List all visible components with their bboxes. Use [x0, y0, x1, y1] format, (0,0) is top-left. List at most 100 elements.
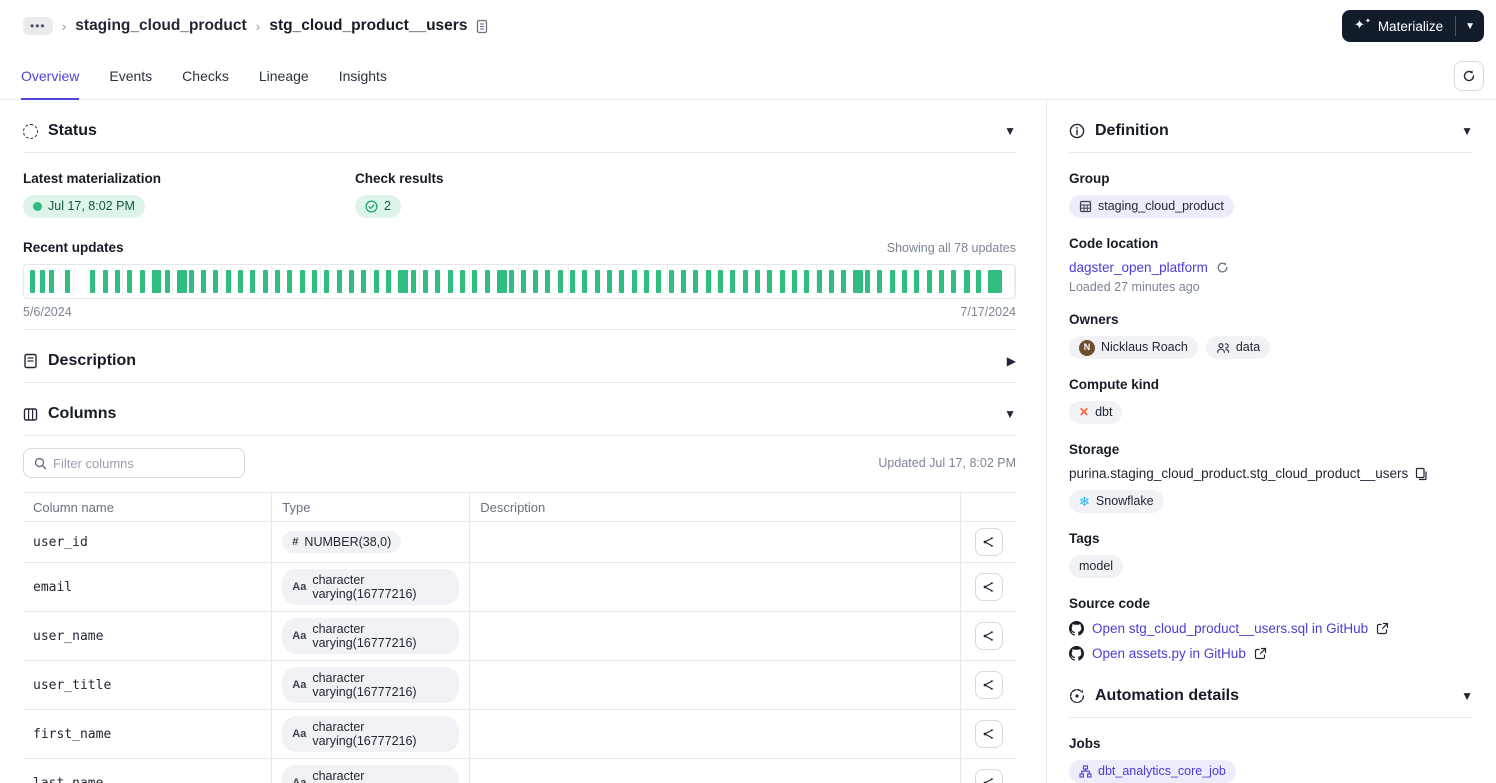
update-bar: [102, 270, 108, 293]
storage-path: purina.staging_cloud_product.stg_cloud_p…: [1069, 466, 1409, 481]
update-bar: [484, 270, 490, 293]
automation-section-header[interactable]: Automation details ▼: [1069, 661, 1473, 717]
update-bar: [349, 270, 354, 293]
breadcrumb-group-link[interactable]: staging_cloud_product: [75, 17, 246, 35]
filter-columns-input[interactable]: [53, 455, 234, 471]
source-code-link-row: Open stg_cloud_product__users.sql in Git…: [1069, 621, 1473, 636]
update-bar: [201, 270, 207, 293]
group-tag[interactable]: staging_cloud_product: [1069, 195, 1234, 218]
columns-title: Columns: [48, 405, 117, 422]
group-tag-label: staging_cloud_product: [1098, 199, 1224, 213]
copy-storage-path-icon[interactable]: [1415, 467, 1428, 481]
github-source-link[interactable]: Open stg_cloud_product__users.sql in Git…: [1092, 621, 1368, 636]
update-bar: [582, 270, 588, 293]
update-bar: [964, 270, 971, 293]
materialize-split-button: ✦✦ Materialize ▼: [1342, 10, 1484, 42]
job-name: dbt_analytics_core_job: [1098, 764, 1226, 778]
number-type-icon: #: [292, 536, 299, 548]
source-code-label: Source code: [1069, 596, 1151, 611]
column-type-label: character varying(16777216): [312, 671, 417, 699]
update-bar: [840, 270, 846, 293]
update-bar: [644, 270, 650, 293]
recent-updates-timeline[interactable]: [23, 264, 1016, 299]
column-type-label: character varying(16777216): [312, 769, 365, 783]
update-bar: [619, 270, 625, 293]
latest-materialization-badge[interactable]: Jul 17, 8:02 PM: [23, 195, 145, 218]
collapse-columns-icon[interactable]: ▼: [1004, 407, 1016, 421]
owner-user-tag[interactable]: N Nicklaus Roach: [1069, 336, 1198, 359]
materialize-label: Materialize: [1377, 18, 1444, 34]
column-type-badge: Aa character varying(16777216): [282, 765, 460, 783]
expand-description-icon[interactable]: ▶: [1007, 354, 1016, 368]
owner-name: data: [1235, 340, 1261, 354]
job-graph-icon: [1079, 765, 1092, 778]
job-tag[interactable]: dbt_analytics_core_job: [1069, 760, 1236, 783]
update-bar: [114, 270, 120, 293]
breadcrumb-ellipsis-button[interactable]: •••: [23, 17, 53, 35]
compute-kind-label: Compute kind: [1069, 377, 1159, 392]
tab-lineage[interactable]: Lineage: [259, 52, 309, 99]
update-bar: [951, 270, 957, 293]
description-section-header[interactable]: Description ▶: [23, 330, 1016, 382]
update-bar: [39, 270, 45, 293]
text-type-icon: Aa: [292, 777, 307, 783]
tag-pill[interactable]: model: [1069, 555, 1124, 578]
tab-checks[interactable]: Checks: [182, 52, 229, 99]
column-type-badge: Aa character varying(16777216): [282, 667, 460, 703]
success-dot-icon: [33, 202, 42, 211]
materialize-dropdown-button[interactable]: ▼: [1456, 10, 1484, 42]
avatar: N: [1079, 339, 1095, 356]
columns-section-header[interactable]: Columns ▼: [23, 383, 1016, 435]
search-icon: [34, 457, 47, 470]
view-column-lineage-button[interactable]: [974, 671, 1003, 699]
tab-events[interactable]: Events: [109, 52, 152, 99]
check-results-badge[interactable]: 2: [355, 195, 401, 218]
table-row: last_name Aa character varying(16777216): [23, 758, 1016, 783]
update-bar: [250, 270, 256, 293]
text-type-icon: Aa: [292, 679, 307, 691]
storage-platform-tag[interactable]: ❄ Snowflake: [1069, 490, 1164, 513]
column-name: user_name: [33, 629, 104, 644]
view-column-lineage-button[interactable]: [974, 573, 1003, 601]
tab-overview[interactable]: Overview: [21, 52, 80, 100]
code-location-loaded-text: Loaded 27 minutes ago: [1069, 280, 1200, 294]
snowflake-icon: ❄: [1079, 494, 1090, 509]
check-results-value: 2: [384, 199, 391, 213]
collapse-status-icon[interactable]: ▼: [1004, 124, 1016, 138]
view-column-lineage-button[interactable]: [974, 769, 1003, 783]
update-bar: [988, 270, 1003, 293]
copy-asset-name-icon[interactable]: [475, 19, 489, 34]
latest-materialization-value: Jul 17, 8:02 PM: [48, 199, 135, 213]
lineage-share-icon: [983, 679, 994, 691]
status-section-header[interactable]: Status ▼: [23, 100, 1016, 152]
definition-section-header[interactable]: Definition ▼: [1069, 100, 1473, 152]
update-bar: [779, 270, 785, 293]
automation-title: Automation details: [1095, 687, 1240, 704]
owners-label: Owners: [1069, 312, 1119, 327]
reload-code-location-icon[interactable]: [1216, 261, 1229, 274]
columns-icon: [23, 407, 38, 422]
tab-insights[interactable]: Insights: [339, 52, 387, 99]
view-column-lineage-button[interactable]: [974, 720, 1003, 748]
update-bar: [164, 270, 170, 293]
view-column-lineage-button[interactable]: [974, 528, 1003, 556]
update-bar: [434, 270, 440, 293]
column-header-action: [960, 492, 1016, 522]
view-column-lineage-button[interactable]: [974, 622, 1003, 650]
lineage-share-icon: [983, 581, 994, 593]
materialize-button[interactable]: ✦✦ Materialize: [1342, 10, 1455, 42]
compute-kind-tag[interactable]: ✕ dbt: [1069, 401, 1123, 424]
update-bar: [803, 270, 809, 293]
collapse-definition-icon[interactable]: ▼: [1461, 124, 1473, 138]
column-name: user_id: [33, 535, 88, 550]
update-bar: [865, 270, 871, 293]
update-bar: [410, 270, 416, 293]
code-location-link[interactable]: dagster_open_platform: [1069, 260, 1208, 275]
refresh-button[interactable]: [1454, 60, 1484, 91]
collapse-automation-icon[interactable]: ▼: [1461, 689, 1473, 703]
column-type-label: character varying(16777216): [312, 720, 417, 748]
update-bar: [927, 270, 933, 293]
github-source-link[interactable]: Open assets.py in GitHub: [1092, 646, 1246, 661]
owner-team-tag[interactable]: data: [1205, 336, 1271, 359]
update-bar: [508, 270, 514, 293]
